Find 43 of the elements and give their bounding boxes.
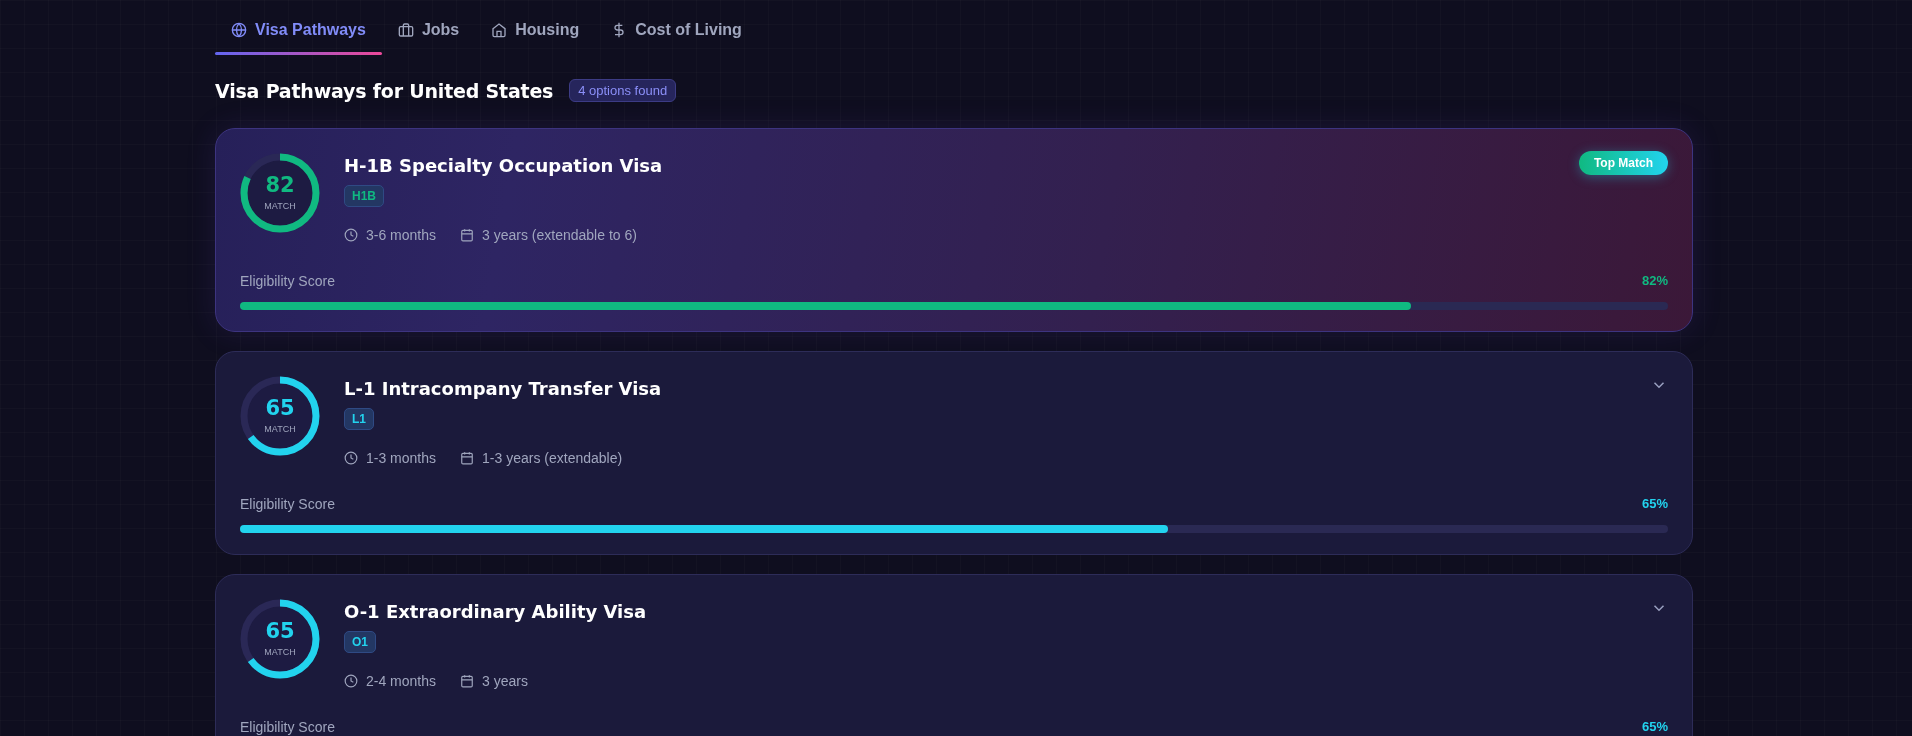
globe-icon (231, 22, 247, 38)
processing-time: 2-4 months (366, 673, 437, 689)
match-label: MATCH (264, 201, 296, 211)
clock-icon (344, 674, 358, 688)
visa-card[interactable]: 82 MATCH H-1B Specialty Occupation Visa H1B 3-6 months 3 years (extendable to 6) Top Match Eligibility Score 82% (215, 128, 1693, 332)
visa-title: O-1 Extraordinary Ability Visa (344, 601, 648, 622)
match-score: 82 (265, 175, 295, 196)
match-score: 65 (265, 621, 295, 642)
clock-icon (344, 228, 358, 242)
calendar-icon (460, 451, 475, 465)
briefcase-icon (397, 22, 414, 38)
visa-code-tag: L1 (344, 408, 374, 430)
visa-duration: 3 years (extendable to 6) (482, 227, 637, 243)
processing-time: 3-6 months (366, 227, 437, 243)
section-title: Visa Pathways for United States (215, 79, 554, 102)
tab[interactable]: Housing (475, 19, 596, 55)
tab[interactable]: Cost of Living (595, 19, 758, 55)
calendar-icon (460, 228, 475, 242)
visa-code-tag: H1B (344, 185, 384, 207)
visa-duration: 1-3 years (extendable) (482, 450, 623, 466)
match-score: 65 (265, 398, 295, 419)
match-label: MATCH (264, 424, 296, 434)
match-label: MATCH (264, 647, 296, 657)
eligibility-label: Eligibility Score (240, 273, 335, 289)
options-count-badge: 4 options found (569, 79, 677, 102)
visa-card[interactable]: 65 MATCH O-1 Extraordinary Ability Visa O1 2-4 months 3 years Eligibility Score 65% (215, 574, 1693, 736)
top-match-badge: Top Match (1578, 151, 1668, 175)
visa-card[interactable]: 65 MATCH L-1 Intracompany Transfer Visa L1 1-3 months 1-3 years (extendable) Eligibility Score 65% (215, 351, 1693, 555)
tab[interactable]: Jobs (381, 19, 476, 55)
visa-title: H-1B Specialty Occupation Visa (344, 155, 664, 176)
calendar-icon (460, 674, 475, 688)
processing-time: 1-3 months (366, 450, 437, 466)
visa-code-tag: O1 (344, 631, 376, 653)
eligibility-percent: 65% (1641, 496, 1668, 512)
clock-icon (344, 451, 358, 465)
eligibility-percent: 82% (1641, 273, 1668, 289)
eligibility-label: Eligibility Score (240, 496, 335, 512)
tab[interactable]: Visa Pathways (215, 19, 382, 55)
eligibility-percent: 65% (1641, 719, 1668, 735)
home-icon (491, 22, 508, 38)
visa-title: L-1 Intracompany Transfer Visa (344, 378, 663, 399)
eligibility-label: Eligibility Score (240, 719, 335, 735)
visa-duration: 3 years (482, 673, 528, 689)
